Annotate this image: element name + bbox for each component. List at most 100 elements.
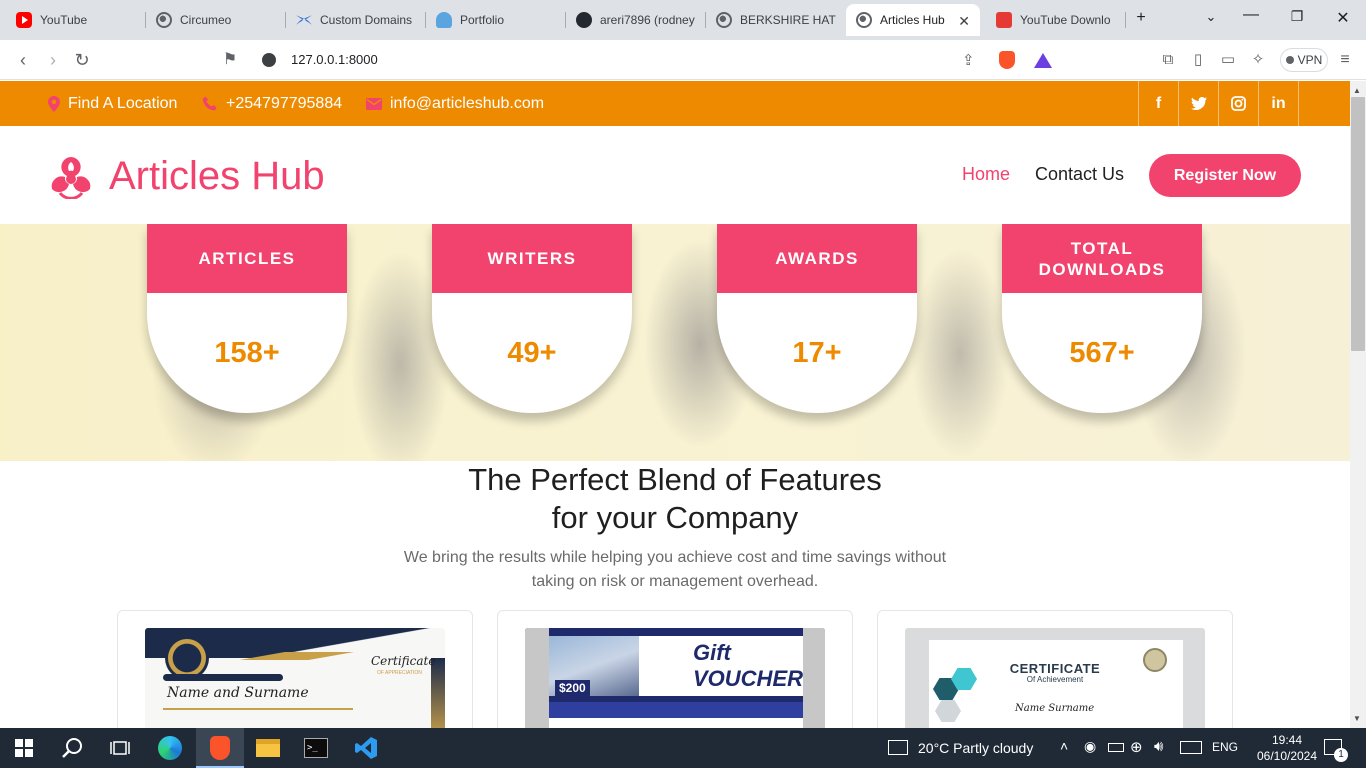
biohazard-icon <box>51 156 91 199</box>
notification-count: 1 <box>1334 748 1348 762</box>
brave-shields-icon[interactable] <box>999 51 1015 69</box>
facebook-link[interactable]: f <box>1138 81 1178 126</box>
meet-now-icon[interactable]: ◉ <box>1084 738 1096 755</box>
stat-value: 49+ <box>507 337 557 369</box>
tab-search-chevron-icon[interactable]: ⌄ <box>1196 9 1226 25</box>
award-badge-icon <box>1143 648 1167 672</box>
email-link[interactable]: info@articleshub.com <box>366 95 544 113</box>
brand-name: Articles Hub <box>109 154 325 198</box>
tab-youtube-downloader[interactable]: YouTube Downlo <box>986 4 1126 36</box>
battery-icon[interactable] <box>1108 743 1124 752</box>
location-text: Find A Location <box>68 95 178 112</box>
new-tab-button[interactable]: + <box>1126 9 1156 27</box>
extensions-icon[interactable]: ⧉ <box>1157 50 1179 70</box>
menu-icon[interactable]: ≡ <box>1334 50 1356 70</box>
brave-rewards-icon[interactable] <box>1034 53 1052 68</box>
stat-value: 17+ <box>792 337 842 369</box>
clock[interactable]: 19:44 06/10/2024 <box>1249 732 1325 764</box>
browser-tab-strip: YouTube Circumeo Custom Domains Portfoli… <box>0 0 1366 40</box>
news-weather-icon[interactable] <box>888 740 908 755</box>
scroll-down-arrow[interactable]: ▼ <box>1353 714 1361 723</box>
taskbar-vscode[interactable] <box>342 728 390 768</box>
taskbar-brave[interactable] <box>196 728 244 768</box>
forward-icon[interactable]: › <box>42 50 64 70</box>
contact-topbar: Find A Location +254797795884 info@artic… <box>0 81 1350 126</box>
taskbar-file-explorer[interactable] <box>244 728 292 768</box>
vpn-button[interactable]: VPN <box>1280 48 1328 72</box>
tab-berkshire[interactable]: BERKSHIRE HATH <box>706 4 846 36</box>
feature-card-certificate[interactable]: Certificate OF APPRECIATION Name and Sur… <box>117 610 473 728</box>
address-bar[interactable]: 127.0.0.1:8000 ⇪ <box>250 44 1074 76</box>
reload-icon[interactable]: ↻ <box>71 50 93 70</box>
taskbar-edge[interactable] <box>146 728 194 768</box>
scroll-thumb[interactable] <box>1351 97 1365 351</box>
features-title: The Perfect Blend of Features for your C… <box>0 461 1350 537</box>
scroll-up-arrow[interactable]: ▲ <box>1353 86 1361 95</box>
tab-title: YouTube Downlo <box>1020 13 1110 27</box>
back-icon[interactable]: ‹ <box>12 50 34 70</box>
windows-taskbar: >_ 20°C Partly cloudy ˄ ◉ ⊕ 🔊︎ ENG 19:44… <box>0 728 1366 768</box>
stats-hero: ARTICLES 158+ WRITERS 49+ AWARDS 17+ TOT… <box>0 224 1350 461</box>
stat-label: WRITERS <box>432 224 632 293</box>
phone-link[interactable]: +254797795884 <box>202 95 342 113</box>
phone-icon <box>202 96 217 111</box>
tab-portfolio[interactable]: Portfolio <box>426 4 566 36</box>
weather-text[interactable]: 20°C Partly cloudy <box>918 740 1033 756</box>
tab-articles-hub[interactable]: Articles Hub ✕ <box>846 4 980 36</box>
linkedin-link[interactable]: in <box>1258 81 1299 126</box>
leo-ai-icon[interactable]: ✧ <box>1247 50 1269 70</box>
stat-label: TOTAL DOWNLOADS <box>1002 224 1202 293</box>
gift-voucher-image: $200 Gift VOUCHER <box>525 628 825 728</box>
linkedin-icon: in <box>1271 94 1286 112</box>
globe-icon <box>156 12 172 28</box>
tab-title: Articles Hub <box>880 13 945 27</box>
clock-time: 19:44 <box>1271 733 1303 747</box>
download-icon <box>996 12 1012 28</box>
register-now-button[interactable]: Register Now <box>1149 154 1301 197</box>
maximize-button[interactable]: ❐ <box>1282 8 1312 25</box>
task-view-button[interactable] <box>96 728 144 768</box>
tab-youtube[interactable]: YouTube <box>6 4 146 36</box>
globe-icon <box>716 12 732 28</box>
task-view-icon <box>110 741 130 755</box>
clock-date: 06/10/2024 <box>1256 749 1318 763</box>
facebook-icon: f <box>1155 94 1162 112</box>
find-location-link[interactable]: Find A Location <box>48 95 177 113</box>
keyboard-icon[interactable] <box>1180 741 1202 754</box>
instagram-link[interactable] <box>1218 81 1258 126</box>
brand-logo[interactable]: Articles Hub <box>48 154 325 199</box>
sidebar-icon[interactable]: ▯ <box>1187 50 1209 70</box>
tab-github[interactable]: areri7896 (rodney <box>566 4 706 36</box>
stat-label: ARTICLES <box>147 224 347 293</box>
site-info-icon[interactable] <box>262 53 276 67</box>
tab-custom-domains[interactable]: Custom Domains <box>286 4 426 36</box>
feature-card-voucher[interactable]: $200 Gift VOUCHER <box>497 610 853 728</box>
search-icon <box>62 738 82 758</box>
taskbar-terminal[interactable]: >_ <box>292 728 340 768</box>
twitter-link[interactable] <box>1178 81 1218 126</box>
network-icon[interactable]: ⊕ <box>1130 738 1143 756</box>
language-indicator[interactable]: ENG <box>1212 740 1238 754</box>
url-text[interactable]: 127.0.0.1:8000 <box>291 52 378 67</box>
tray-chevron-icon[interactable]: ˄ <box>1060 738 1068 754</box>
certificate-sub: OF APPRECIATION <box>377 670 422 676</box>
tab-title: Circumeo <box>180 13 232 27</box>
feature-card-achievement[interactable]: CERTIFICATE Of Achievement Name Surname <box>877 610 1233 728</box>
start-button[interactable] <box>0 728 48 768</box>
search-button[interactable] <box>48 728 96 768</box>
minimize-button[interactable]: — <box>1236 6 1266 24</box>
tab-title: Portfolio <box>460 13 505 27</box>
bookmark-icon[interactable]: ⚑ <box>219 50 241 70</box>
close-window-button[interactable]: ✕ <box>1328 8 1358 28</box>
nav-home[interactable]: Home <box>962 164 1010 185</box>
twitter-icon <box>1190 97 1207 110</box>
wallet-icon[interactable]: ▭ <box>1217 50 1239 70</box>
share-icon[interactable]: ⇪ <box>962 51 975 69</box>
close-tab-icon[interactable]: ✕ <box>958 13 970 30</box>
phone-text: +254797795884 <box>226 95 343 112</box>
browser-toolbar: ‹ › ↻ ⚑ 127.0.0.1:8000 ⇪ ⧉ ▯ ▭ ✧ ≡ <box>0 40 1366 80</box>
stat-value: 567+ <box>1069 337 1135 369</box>
nav-contact-us[interactable]: Contact Us <box>1035 164 1124 185</box>
tab-circumeo[interactable]: Circumeo <box>146 4 286 36</box>
volume-icon[interactable]: 🔊︎ <box>1154 738 1163 755</box>
